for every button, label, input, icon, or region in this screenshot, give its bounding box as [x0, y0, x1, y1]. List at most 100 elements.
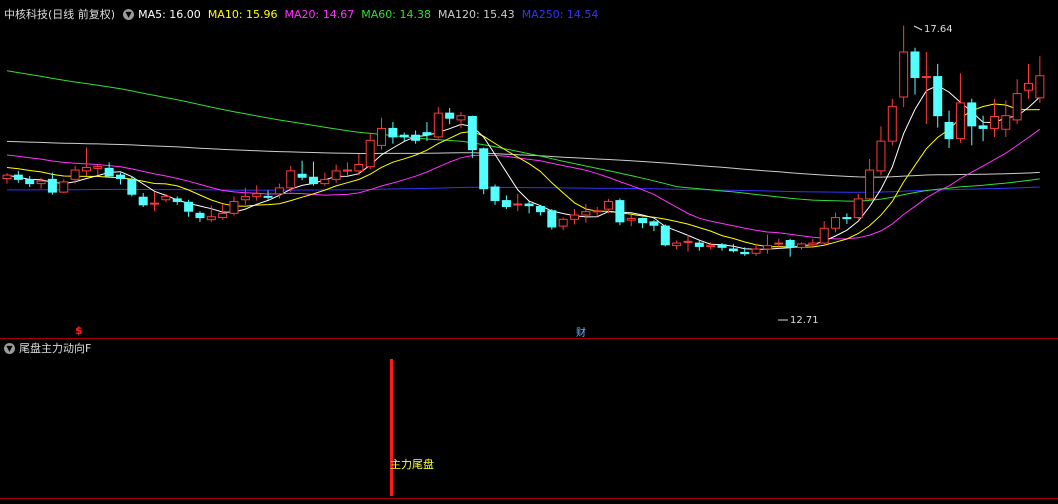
candle-body	[422, 132, 432, 136]
candle-body	[36, 180, 46, 185]
signal-label: 主力尾盘	[390, 458, 434, 471]
candle-body	[751, 248, 761, 254]
candle-body	[479, 148, 489, 190]
ma60-label: MA60: 14.38	[361, 7, 431, 21]
candle-body	[229, 200, 239, 214]
candle-body	[286, 170, 296, 189]
candle-body	[604, 200, 614, 210]
candle-body	[842, 217, 852, 220]
candle-body	[1012, 93, 1022, 121]
candle-body	[2, 174, 12, 180]
candle-body	[921, 76, 931, 79]
candle-body	[127, 178, 137, 195]
candle-body	[411, 134, 421, 141]
candle-body	[535, 206, 545, 213]
candle-body	[433, 112, 443, 138]
candle-body	[694, 242, 704, 247]
candle-body	[638, 217, 648, 224]
candle-body	[308, 176, 318, 185]
candle-body	[933, 76, 943, 117]
collapse-icon[interactable]: ▼	[4, 342, 15, 354]
indicator-header: ▼ 尾盘主力动向F	[4, 340, 91, 356]
candle-body	[887, 105, 897, 142]
candle-body	[116, 174, 125, 180]
candle-body	[365, 139, 375, 168]
candle-body	[683, 240, 693, 243]
candle-body	[377, 127, 387, 146]
candle-body	[785, 240, 795, 248]
candle-body	[989, 116, 999, 129]
candle-body	[547, 210, 557, 228]
candle-body	[184, 201, 194, 212]
candle-body	[240, 195, 250, 201]
candle-body	[626, 217, 636, 221]
candle-body	[501, 200, 511, 208]
candle-body	[320, 178, 330, 185]
ma250-label: MA250: 14.54	[521, 7, 599, 21]
finance-marker[interactable]: 财	[576, 324, 586, 339]
candle-body	[660, 225, 670, 246]
low-price-label: 12.71	[790, 315, 819, 326]
candle-body	[1001, 115, 1011, 130]
candle-body	[274, 187, 284, 195]
chart-header: 中核科技(日线 前复权) ▼ MA5: 16.00 MA10: 15.96 MA…	[4, 6, 605, 22]
candle-body	[558, 218, 568, 227]
candle-body	[354, 164, 364, 172]
ma5-label: MA5: 16.00	[138, 7, 201, 21]
candle-body	[592, 210, 602, 213]
candle-body	[93, 166, 103, 169]
candle-body	[717, 244, 727, 248]
candle-body	[445, 112, 455, 119]
candle-body	[161, 195, 171, 201]
stock-chart[interactable]	[0, 0, 1058, 504]
candle-body	[218, 212, 228, 219]
ma10-label: MA10: 15.96	[207, 7, 278, 21]
candle-body	[740, 251, 750, 255]
candle-body	[728, 248, 738, 252]
candle-body	[1024, 82, 1033, 91]
dividend-marker[interactable]: $	[75, 324, 83, 337]
stock-title[interactable]: 中核科技(日线 前复权)	[4, 6, 115, 22]
candle-body	[47, 178, 57, 193]
candle-body	[899, 51, 909, 98]
candle-body	[81, 166, 91, 172]
candle-body	[1035, 75, 1045, 99]
candle-body	[797, 243, 806, 248]
candle-body	[138, 196, 148, 206]
candle-body	[25, 178, 35, 185]
candle-body	[672, 242, 682, 247]
candle-body	[808, 242, 818, 246]
indicator-title[interactable]: 尾盘主力动向F	[19, 340, 91, 356]
candle-body	[967, 102, 977, 127]
candle-body	[978, 125, 988, 129]
signal-bar	[390, 359, 393, 496]
candle-body	[762, 245, 772, 250]
candle-body	[399, 134, 409, 138]
candle-body	[615, 200, 625, 223]
candle-body	[252, 193, 262, 197]
candle-body	[263, 195, 273, 198]
candle-body	[490, 186, 500, 202]
candle-body	[649, 221, 659, 226]
candle-body	[865, 169, 875, 200]
candle-body	[774, 242, 784, 245]
candle-body	[331, 170, 341, 180]
candle-body	[570, 214, 579, 220]
candle-body	[104, 167, 114, 177]
candle-body	[910, 51, 920, 78]
candle-body	[819, 227, 829, 244]
ma120-label: MA120: 15.43	[437, 7, 515, 21]
candle-body	[581, 211, 591, 216]
candle-body	[13, 174, 23, 180]
candle-body	[343, 169, 352, 172]
candle-body	[706, 244, 716, 247]
candle-body	[297, 173, 307, 178]
candle-body	[195, 212, 205, 219]
candle-body	[831, 217, 841, 229]
collapse-icon[interactable]: ▼	[123, 8, 135, 20]
candle-body	[206, 216, 216, 221]
candle-body	[150, 202, 160, 205]
candle-body	[853, 198, 863, 219]
candle-body	[524, 203, 534, 207]
high-price-label: 17.64	[924, 24, 953, 35]
